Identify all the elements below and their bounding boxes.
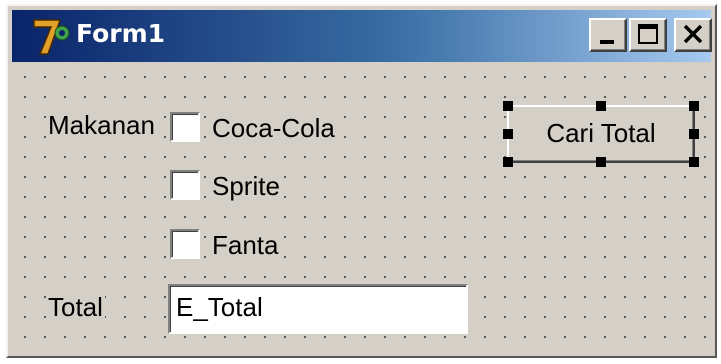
cari-total-button[interactable]: Cari Total [507, 105, 695, 163]
checkbox-box[interactable] [170, 112, 200, 142]
form-window: Form1 Makanan Total Coca-Cola Sprite Fan… [6, 4, 717, 358]
selection-handle[interactable] [503, 157, 513, 167]
checkbox-box[interactable] [170, 229, 200, 259]
makanan-label: Makanan [48, 110, 157, 140]
window-title: Form1 [76, 19, 166, 48]
selection-handle[interactable] [596, 101, 606, 111]
maximize-button[interactable] [629, 18, 667, 52]
cari-total-selection[interactable]: Cari Total [503, 101, 699, 167]
form-client-area: Makanan Total Coca-Cola Sprite Fanta E_T… [12, 64, 711, 352]
checkbox-box[interactable] [170, 170, 200, 200]
minimize-button[interactable] [589, 18, 627, 52]
checkbox-label: Fanta [208, 230, 283, 260]
minimize-icon [600, 40, 614, 44]
selection-handle[interactable] [503, 101, 513, 111]
checkbox-label: Coca-Cola [208, 113, 339, 143]
total-label: Total [48, 292, 105, 322]
selection-handle[interactable] [689, 129, 699, 139]
selection-handle[interactable] [596, 157, 606, 167]
close-icon [683, 24, 703, 44]
selection-handle[interactable] [689, 101, 699, 111]
app-7-icon[interactable] [30, 14, 74, 58]
selection-handle[interactable] [689, 157, 699, 167]
total-input[interactable]: E_Total [168, 284, 468, 334]
maximize-icon [638, 24, 658, 44]
selection-handle[interactable] [503, 129, 513, 139]
close-button[interactable] [674, 18, 712, 52]
title-bar[interactable]: Form1 [12, 10, 712, 62]
checkbox-label: Sprite [208, 171, 284, 201]
